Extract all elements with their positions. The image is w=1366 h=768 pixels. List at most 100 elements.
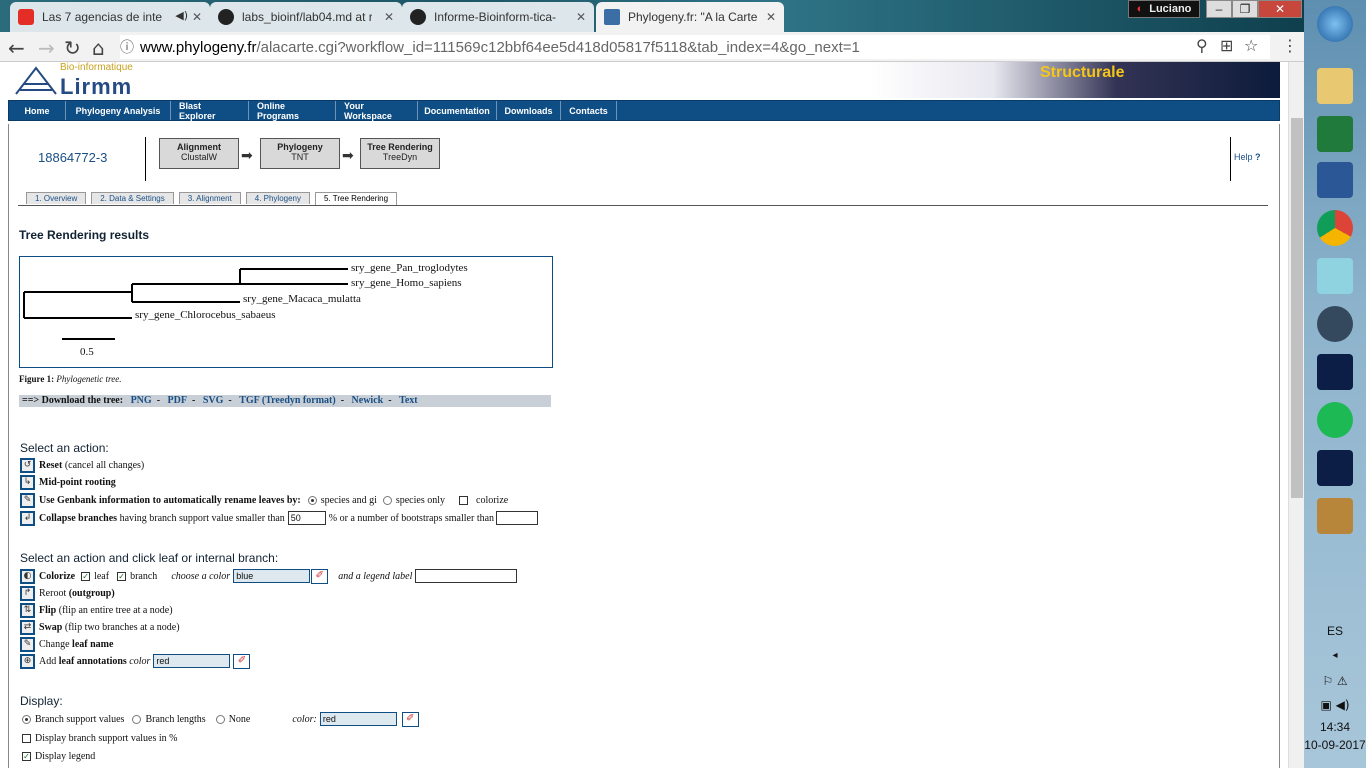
tree-leaf[interactable]: sry_gene_Pan_troglodytes — [351, 262, 468, 274]
branch-lengths-radio[interactable] — [132, 714, 142, 724]
leaf-checkbox[interactable]: ✓ — [81, 571, 91, 581]
tab-close-icon[interactable]: ✕ — [192, 10, 202, 24]
reload-icon[interactable]: ↻ — [64, 36, 81, 60]
tree-leaf[interactable]: sry_gene_Macaca_mulatta — [243, 293, 361, 305]
collapse-branches-button[interactable]: ↲ — [20, 510, 35, 526]
add-annotations-button[interactable]: ⊕ — [20, 653, 35, 669]
menu-your-workspace[interactable]: Your Workspace — [336, 101, 418, 121]
site-banner: Bio-informatique Lirmm Structurale — [0, 62, 1288, 100]
minimize-button[interactable]: – — [1206, 0, 1232, 18]
menu-blast-explorer[interactable]: Blast Explorer — [171, 101, 249, 121]
close-window-button[interactable]: ✕ — [1258, 0, 1302, 18]
browser-tab-1[interactable]: Las 7 agencias de inte ◀) ✕ — [10, 2, 210, 32]
display-color-input[interactable]: red — [319, 712, 397, 726]
user-icon: ◐ — [1136, 3, 1144, 15]
start-button-icon[interactable] — [1317, 6, 1353, 42]
app-icon[interactable] — [1317, 306, 1353, 342]
tray-expand-icon[interactable]: ◂ — [1304, 650, 1366, 661]
network-volume-icons[interactable]: ▣ ◀) — [1304, 698, 1366, 712]
browser-tab-2[interactable]: labs_bioinf/lab04.md at r ✕ — [210, 2, 402, 32]
branch-support-radio[interactable] — [22, 714, 31, 724]
tab-tree-rendering[interactable]: 5. Tree Rendering — [315, 192, 398, 205]
tab-close-icon[interactable]: ✕ — [384, 10, 394, 24]
change-leaf-name-button[interactable]: ✎ — [20, 636, 35, 652]
color-input[interactable]: blue — [233, 569, 311, 583]
color-picker-icon[interactable]: ✐ — [401, 711, 419, 727]
download-newick-link[interactable]: Newick — [352, 395, 384, 406]
reroot-button[interactable]: ↱ — [20, 585, 35, 601]
midpoint-rooting-button[interactable]: ↳ — [20, 474, 35, 490]
menu-phylogeny-analysis[interactable]: Phylogeny Analysis — [66, 101, 171, 120]
tab-alignment[interactable]: 3. Alignment — [178, 192, 241, 204]
battlenet-icon[interactable] — [1317, 354, 1353, 390]
hearthstone-icon[interactable] — [1317, 498, 1353, 534]
swap-button[interactable]: ⇄ — [20, 619, 35, 635]
branch-checkbox[interactable]: ✓ — [117, 571, 127, 581]
step-phylogeny[interactable]: Phylogeny TNT — [260, 138, 340, 169]
tab-overview[interactable]: 1. Overview — [26, 192, 87, 204]
none-radio[interactable] — [215, 714, 225, 724]
legend-label-input[interactable] — [415, 569, 518, 583]
genbank-rename-button[interactable]: ✎ — [20, 492, 35, 508]
tab-data-settings[interactable]: 2. Data & Settings — [91, 192, 174, 204]
menu-documentation[interactable]: Documentation — [418, 101, 497, 120]
home-icon[interactable]: ⌂ — [92, 36, 105, 60]
color-picker-icon[interactable]: ✐ — [233, 653, 251, 669]
speaker-icon[interactable]: ◀) — [175, 9, 188, 22]
profile-button[interactable]: ◐ Luciano — [1128, 0, 1200, 18]
battlenet-icon[interactable] — [1317, 450, 1353, 486]
chrome-icon[interactable] — [1317, 210, 1353, 246]
scrollbar-thumb[interactable] — [1291, 118, 1303, 498]
step-alignment[interactable]: Alignment ClustalW — [159, 138, 239, 169]
language-indicator[interactable]: ES — [1304, 624, 1366, 638]
forward-icon[interactable]: → — [38, 36, 55, 60]
menu-contacts[interactable]: Contacts — [561, 101, 617, 120]
help-link[interactable]: Help ? — [1234, 152, 1261, 162]
address-bar[interactable]: ⓘ www.phylogeny.fr/alacarte.cgi?workflow… — [120, 35, 1270, 59]
legend-checkbox[interactable]: ✓ — [22, 751, 31, 761]
browser-tab-4[interactable]: Phylogeny.fr: "A la Carte ✕ — [596, 2, 784, 32]
menu-online-programs[interactable]: Online Programs — [249, 101, 336, 121]
tab-close-icon[interactable]: ✕ — [576, 10, 586, 24]
download-svg-link[interactable]: SVG — [203, 395, 224, 406]
maximize-button[interactable]: ❐ — [1232, 0, 1258, 18]
zoom-icon[interactable]: ⚲ — [1196, 36, 1208, 55]
tree-leaf[interactable]: sry_gene_Chlorocebus_sabaeus — [135, 309, 276, 321]
clock-time[interactable]: 14:34 — [1304, 720, 1366, 734]
tree-leaf[interactable]: sry_gene_Homo_sapiens — [351, 277, 462, 289]
percent-checkbox[interactable] — [22, 733, 31, 743]
spotify-icon[interactable] — [1317, 402, 1353, 438]
colorize-button[interactable]: ◐ — [20, 568, 35, 584]
translate-icon[interactable]: ⊞ — [1220, 36, 1233, 55]
notepad-icon[interactable] — [1317, 258, 1353, 294]
reset-button[interactable]: ↺ — [20, 457, 35, 473]
species-gi-radio[interactable] — [307, 495, 317, 505]
download-tgf-link[interactable]: TGF (Treedyn format) — [239, 395, 335, 406]
info-icon[interactable]: ⓘ — [120, 37, 134, 57]
back-icon[interactable]: ← — [8, 36, 25, 60]
annotation-color-input[interactable]: red — [153, 654, 231, 668]
browser-tab-3[interactable]: Informe-Bioinform-tica- ✕ — [402, 2, 594, 32]
support-value-input[interactable]: 50 — [287, 511, 326, 525]
download-pdf-link[interactable]: PDF — [168, 395, 187, 406]
tray-icons[interactable]: ⚐ ⚠ — [1304, 674, 1366, 688]
tab-close-icon[interactable]: ✕ — [766, 10, 776, 24]
clock-date[interactable]: 10-09-2017 — [1304, 738, 1366, 752]
bookmark-star-icon[interactable]: ☆ — [1244, 36, 1258, 55]
excel-icon[interactable] — [1317, 116, 1353, 152]
tab-phylogeny[interactable]: 4. Phylogeny — [245, 192, 311, 204]
bootstraps-input[interactable] — [496, 511, 539, 525]
colorize-checkbox[interactable] — [459, 495, 468, 505]
menu-downloads[interactable]: Downloads — [497, 101, 561, 120]
menu-home[interactable]: Home — [9, 101, 66, 120]
flip-button[interactable]: ⇅ — [20, 602, 35, 618]
page-scrollbar[interactable] — [1288, 62, 1304, 768]
menu-icon[interactable]: ⋮ — [1282, 36, 1298, 55]
species-only-radio[interactable] — [382, 495, 392, 505]
file-explorer-icon[interactable] — [1317, 68, 1353, 104]
download-png-link[interactable]: PNG — [131, 395, 152, 406]
download-text-link[interactable]: Text — [399, 395, 418, 406]
color-picker-icon[interactable]: ✐ — [311, 568, 329, 584]
step-tree-rendering[interactable]: Tree Rendering TreeDyn — [360, 138, 440, 169]
word-icon[interactable] — [1317, 162, 1353, 198]
